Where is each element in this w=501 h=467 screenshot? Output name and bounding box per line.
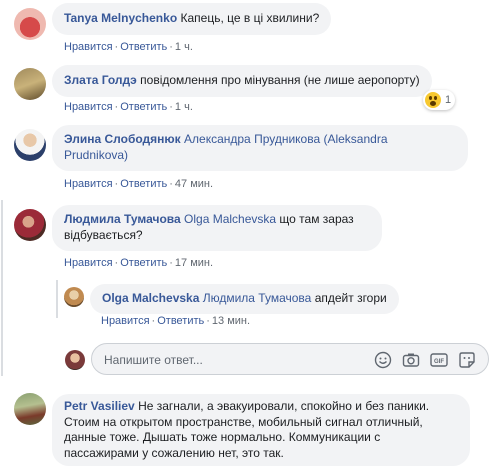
reaction-count: 1 [445,94,452,106]
comment-text: повідомлення про мінування (не лише аеро… [140,73,420,87]
comment-text: Не загнали, а эвакуировали, спокойно и б… [138,399,430,413]
comment-author[interactable]: Olga Malchevska [102,291,199,305]
thread-line [1,200,3,376]
like-link[interactable]: Нравится [64,101,113,113]
comment-bubble: Людмила Тумачова Olga Malchevska що там … [52,205,382,251]
reply-link[interactable]: Ответить [120,41,167,53]
reply-link[interactable]: Ответить [120,178,167,190]
emoji-icon[interactable] [374,351,392,369]
wow-reaction-icon [425,92,441,108]
reply-bubble: Olga Malchevska Людмила Тумачова апдейт … [90,284,399,314]
comment-text: Капець, це в ці хвилини? [180,11,320,25]
avatar[interactable] [14,209,46,241]
timestamp[interactable]: 1 ч. [175,41,193,53]
reply-composer: GIF [91,343,489,375]
reply-actions: Нравится · Ответить · 13 мин. [101,315,251,327]
mention-link[interactable]: Prudnikova) [64,148,128,162]
current-user-avatar [65,350,85,370]
like-link[interactable]: Нравится [64,257,113,269]
reaction-summary[interactable]: 1 [423,90,456,110]
avatar[interactable] [14,393,46,425]
mention-link[interactable]: Olga Malchevska [184,212,276,226]
comment-text: відбувається? [64,228,143,242]
comment-author[interactable]: Petr Vasiliev [64,399,135,413]
reply-thread-line [56,280,58,318]
comment-actions: Нравится · Ответить · 17 мин. [64,257,214,269]
avatar[interactable] [64,287,84,307]
avatar[interactable] [14,68,46,100]
reply-link[interactable]: Ответить [120,257,167,269]
timestamp[interactable]: 47 мин. [175,178,213,190]
comment-author[interactable]: Tanya Melnychenko [64,11,177,25]
mention-link[interactable]: Людмила Тумачова [203,291,312,305]
mention-link[interactable]: Александра Прудникова (Aleksandra [184,132,387,146]
comment-bubble: Petr Vasiliev Не загнали, а эвакуировали… [52,394,470,466]
comment-bubble: Tanya Melnychenko Капець, це в ці хвилин… [52,3,332,35]
comment-author[interactable]: Элина Слободянюк [64,132,181,146]
comment-actions: Нравится · Ответить · 1 ч. [64,41,193,53]
reply-input[interactable] [104,350,354,370]
timestamp[interactable]: 1 ч. [175,101,193,113]
comment-text: данные тоже. Дышать тоже нормально. Комм… [64,430,381,444]
svg-text:GIF: GIF [434,359,444,365]
comment-actions: Нравится · Ответить · 1 ч. [64,101,193,113]
comment-text: Стоим на открытом пространстве, мобильны… [64,414,423,429]
timestamp[interactable]: 13 мин. [212,315,250,327]
camera-icon[interactable] [402,351,420,369]
comment-actions: Нравится · Ответить · 47 мин. [64,178,214,190]
reply-link[interactable]: Ответить [157,315,204,327]
avatar[interactable] [14,129,46,161]
like-link[interactable]: Нравится [64,178,113,190]
like-link[interactable]: Нравится [101,315,150,327]
reply-link[interactable]: Ответить [120,101,167,113]
timestamp[interactable]: 17 мин. [175,257,213,269]
comment-bubble: Элина Слободянюк Александра Прудникова (… [52,125,468,171]
comment-text: пассажирами у сожалению нет, это так. [64,445,284,460]
gif-icon[interactable]: GIF [430,351,448,369]
comment-bubble: Злата Голдэ повідомлення про мінування (… [52,65,432,97]
comment-author[interactable]: Людмила Тумачова [64,212,181,226]
comment-author[interactable]: Злата Голдэ [64,73,137,87]
sticker-icon[interactable] [458,351,476,369]
avatar[interactable] [14,8,46,40]
comment-text: апдейт згори [314,291,387,305]
like-link[interactable]: Нравится [64,41,113,53]
comment-text: що там зараз [279,212,354,226]
